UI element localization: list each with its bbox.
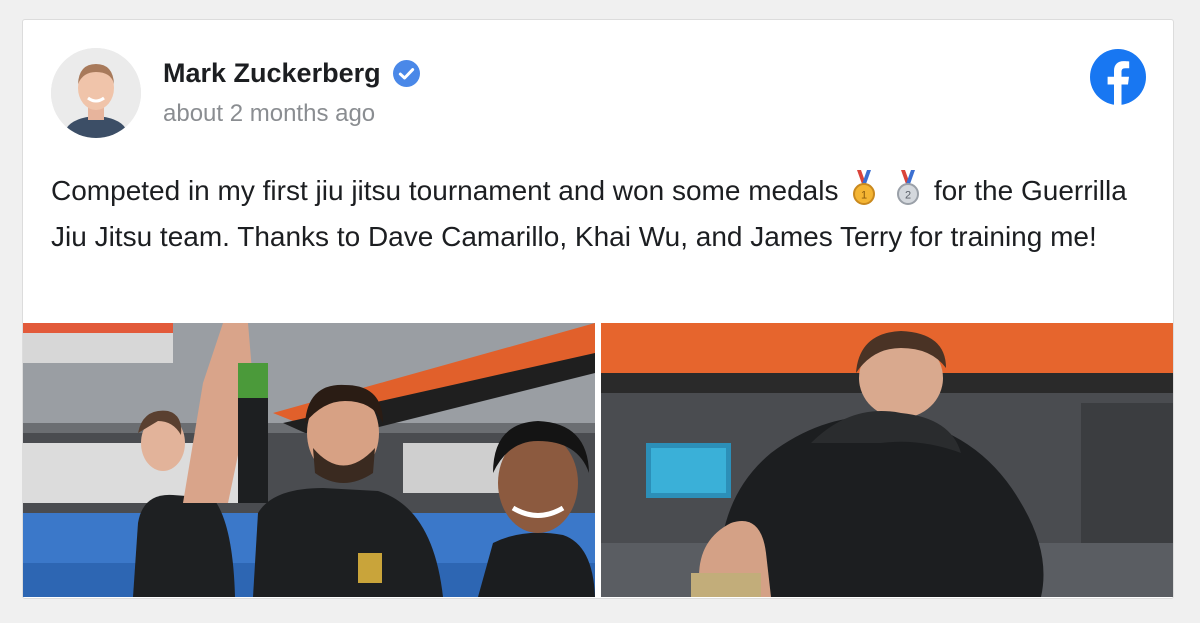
- facebook-icon[interactable]: [1090, 49, 1146, 105]
- post-text: Competed in my first jiu jitsu tournamen…: [51, 168, 1151, 260]
- gold-medal-icon: 1: [853, 170, 876, 205]
- svg-text:1: 1: [861, 190, 867, 202]
- photo-grappling: [601, 323, 1173, 597]
- photo-referee-raising-arm: [23, 323, 595, 597]
- author-name[interactable]: Mark Zuckerberg: [163, 58, 381, 89]
- svg-text:2: 2: [905, 190, 911, 202]
- silver-medal-icon: 2: [897, 170, 920, 205]
- post-timestamp[interactable]: about 2 months ago: [163, 100, 375, 128]
- author-name-row: Mark Zuckerberg: [163, 58, 420, 89]
- author-avatar[interactable]: [51, 48, 141, 138]
- post-text-part-1: Competed in my first jiu jitsu tournamen…: [51, 175, 839, 206]
- verified-badge-icon: [392, 60, 420, 87]
- post-photo-2[interactable]: [601, 323, 1173, 597]
- avatar-image: [51, 48, 141, 138]
- post-photo-1[interactable]: [23, 323, 595, 597]
- facebook-post-card: Mark Zuckerberg about 2 months ago Compe…: [22, 19, 1174, 599]
